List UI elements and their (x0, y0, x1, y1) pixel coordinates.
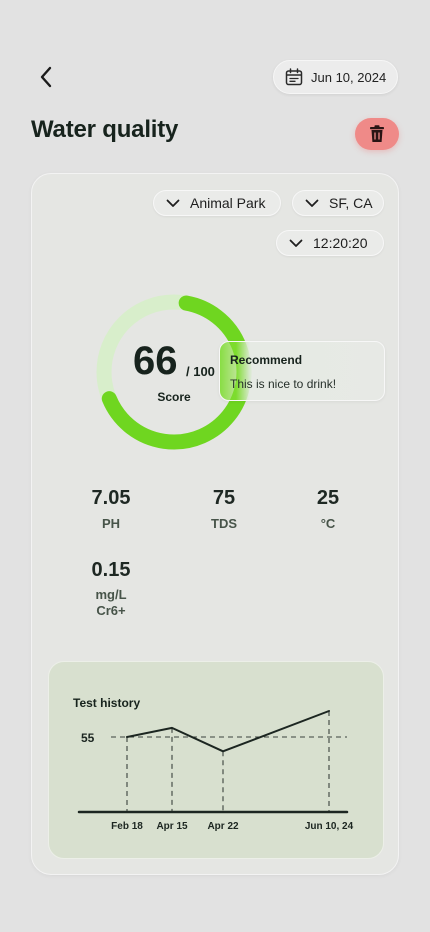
chevron-left-icon (40, 66, 52, 88)
city-label: SF, CA (329, 195, 373, 211)
city-dropdown[interactable]: SF, CA (292, 190, 384, 216)
x-tick-label: Apr 15 (156, 821, 188, 832)
recommend-card: Recommend This is nice to drink! (219, 341, 385, 401)
metric-temperature: 25 °C (283, 487, 373, 532)
trash-icon (370, 125, 384, 142)
reference-label: 55 (81, 731, 95, 745)
time-label: 12:20:20 (313, 235, 368, 251)
history-chart: 55 Feb 18 Apr 15 Apr 22 Jun 10, 24 (77, 710, 354, 832)
recommend-text: This is nice to drink! (230, 377, 337, 391)
metric-value: 7.05 (91, 487, 131, 509)
location-dropdown[interactable]: Animal Park (153, 190, 281, 216)
metric-ph: 7.05 PH (66, 487, 156, 532)
metric-chromium: 0.15 mg/L Cr6+ (66, 559, 156, 619)
metric-label: TDS (211, 516, 237, 531)
chevron-down-icon (166, 199, 180, 207)
page-title: Water quality (31, 116, 179, 143)
x-tick-label: Jun 10, 24 (305, 821, 354, 832)
delete-button[interactable] (355, 118, 399, 150)
chevron-down-icon (289, 239, 303, 247)
score-max: / 100 (186, 364, 215, 379)
x-tick-label: Feb 18 (111, 821, 143, 832)
score-value: 66 (133, 339, 178, 383)
score-label: Score (157, 390, 191, 404)
chevron-down-icon (305, 199, 319, 207)
metric-value: 75 (212, 487, 236, 509)
location-label: Animal Park (190, 195, 266, 211)
metric-sublabel: Cr6+ (96, 603, 126, 618)
metric-value: 0.15 (91, 559, 131, 581)
recommend-title: Recommend (230, 353, 303, 367)
test-history-panel: Test history 55 Feb 18 Apr 15 Apr 22 Jun 10,… (48, 661, 384, 859)
metric-label: PH (101, 516, 121, 531)
metric-label: mg/L (95, 587, 127, 602)
water-quality-card: Animal Park SF, CA 12:20:20 66 / 100 Sco… (31, 173, 399, 875)
metric-label: °C (320, 516, 336, 531)
x-tick-label: Apr 22 (207, 821, 239, 832)
metric-value: 25 (316, 487, 340, 509)
time-dropdown[interactable]: 12:20:20 (276, 230, 384, 256)
series-line (126, 710, 330, 753)
metric-tds: 75 TDS (179, 487, 269, 532)
date-selector[interactable]: Jun 10, 2024 (273, 60, 398, 94)
calendar-icon (285, 68, 303, 86)
water-quality-screen: Jun 10, 2024 Water quality Animal Park S… (0, 0, 430, 932)
date-label: Jun 10, 2024 (311, 69, 387, 85)
back-button[interactable] (30, 60, 62, 94)
